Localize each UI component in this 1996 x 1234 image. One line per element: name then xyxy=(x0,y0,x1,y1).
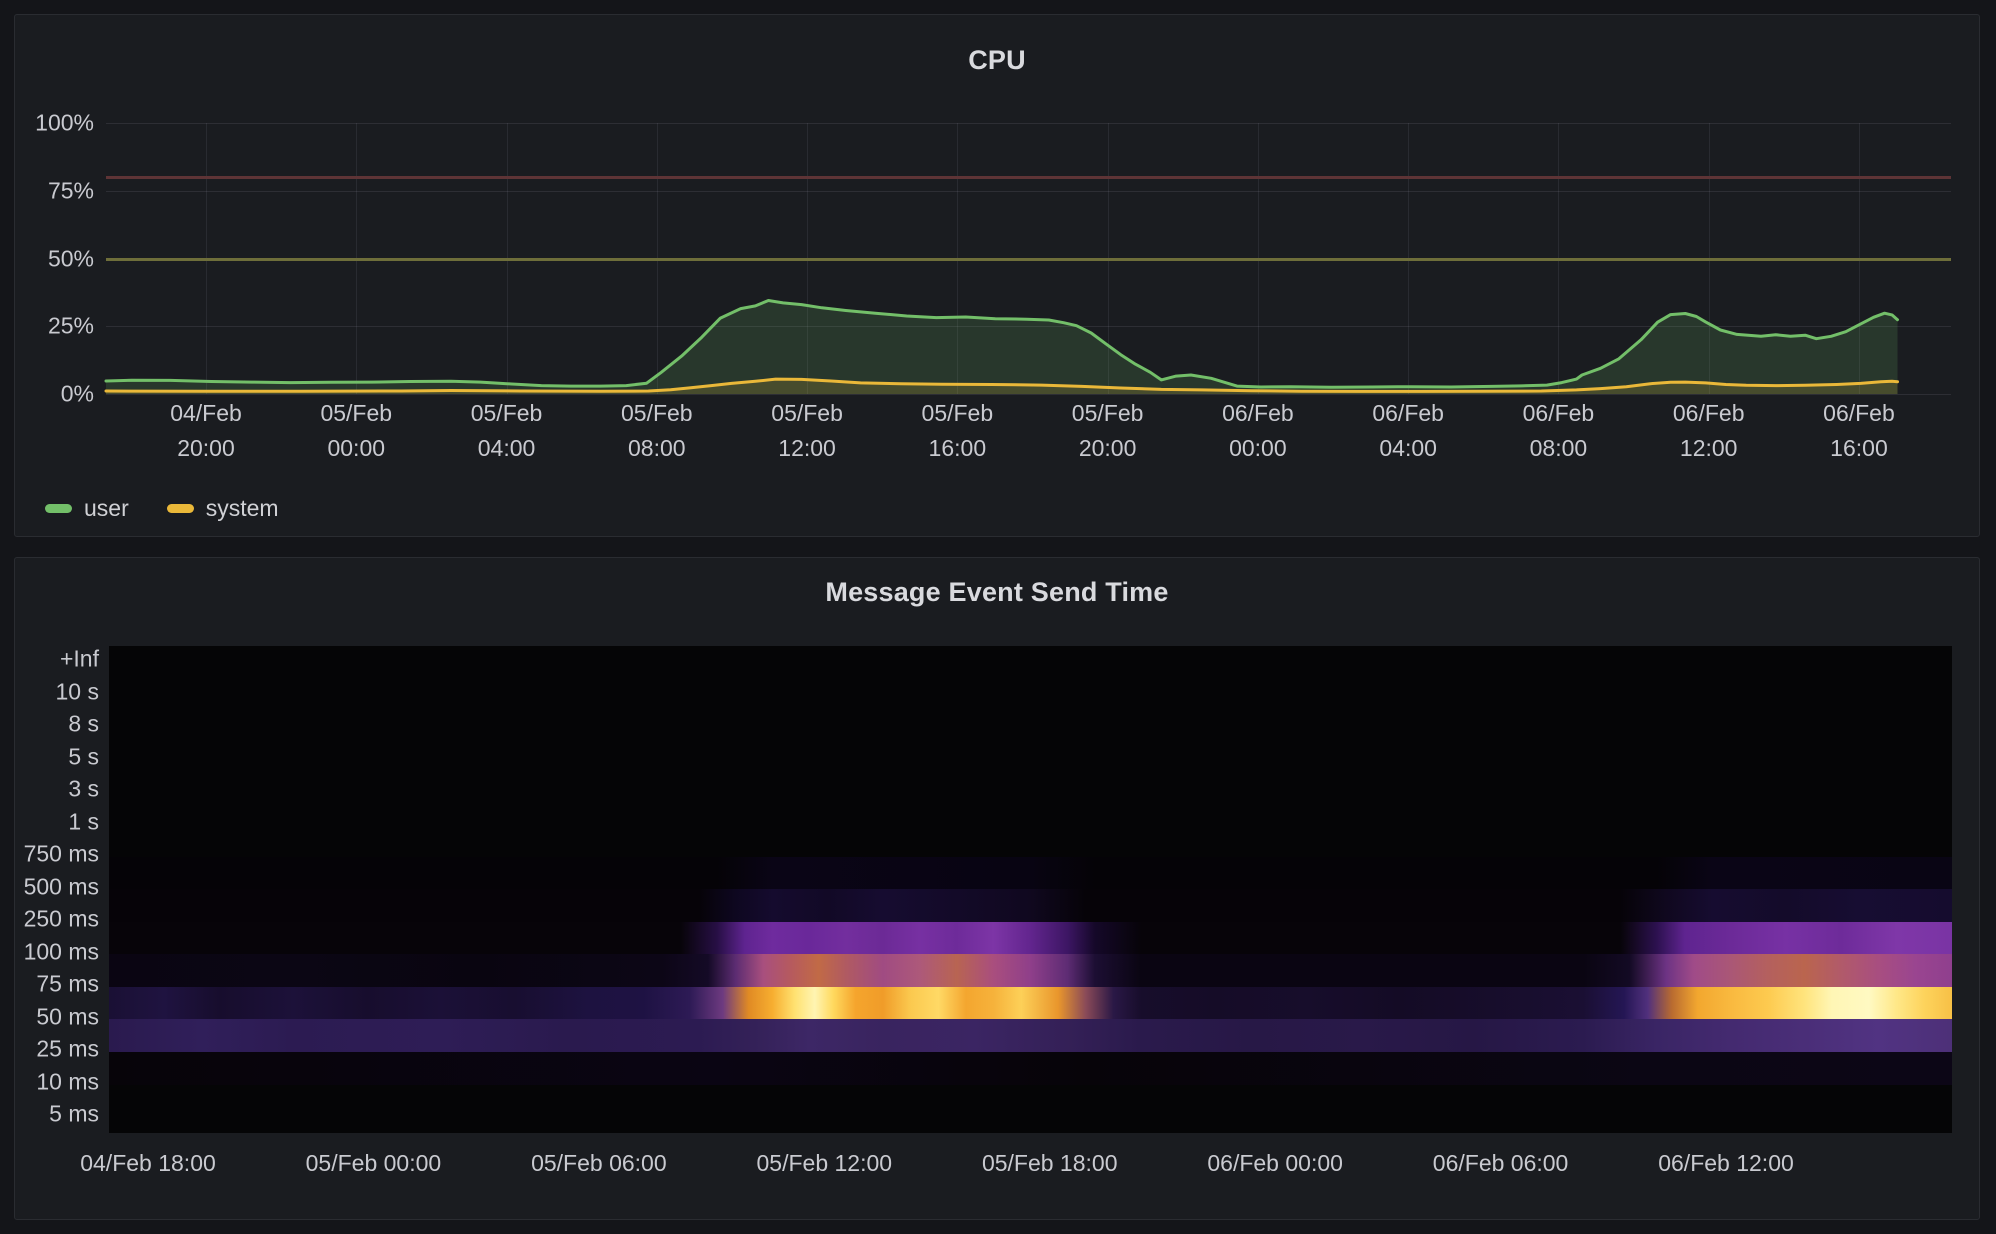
cpu-plot-area[interactable] xyxy=(106,123,1951,394)
cpu-x-tick-date: 06/Feb xyxy=(1523,396,1595,431)
cpu-x-tick-time: 16:00 xyxy=(922,431,994,466)
cpu-x-tick-label: 06/Feb04:00 xyxy=(1372,396,1444,466)
heatmap-x-tick-label: 06/Feb 06:00 xyxy=(1433,1148,1569,1178)
cpu-x-tick-time: 04:00 xyxy=(1372,431,1444,466)
cpu-x-tick-time: 20:00 xyxy=(1072,431,1144,466)
cpu-x-tick-date: 05/Feb xyxy=(771,396,843,431)
cpu-x-tick-label: 05/Feb00:00 xyxy=(320,396,392,466)
cpu-x-tick-label: 06/Feb08:00 xyxy=(1523,396,1595,466)
cpu-panel: CPU 100%75%50%25%0% 04/Feb20:0005/Feb00:… xyxy=(14,14,1980,537)
heatmap-band-75-ms-50-ms xyxy=(109,987,1952,1020)
heatmap-y-bucket-label: 1 s xyxy=(68,808,99,835)
cpu-x-tick-label: 05/Feb04:00 xyxy=(471,396,543,466)
cpu-legend-label: user xyxy=(84,493,129,523)
heatmap-y-bucket-label: 5 s xyxy=(68,743,99,770)
heatmap-y-bucket-label: 75 ms xyxy=(36,971,99,998)
heatmap-x-tick-label: 05/Feb 12:00 xyxy=(757,1148,893,1178)
heatmap-y-bucket-label: 25 ms xyxy=(36,1036,99,1063)
heatmap-x-tick-label: 06/Feb 12:00 xyxy=(1658,1148,1794,1178)
heatmap-y-bucket-label: 8 s xyxy=(68,711,99,738)
heatmap-x-tick-label: 05/Feb 06:00 xyxy=(531,1148,667,1178)
cpu-x-tick-date: 06/Feb xyxy=(1673,396,1745,431)
heatmap-panel-title[interactable]: Message Event Send Time xyxy=(15,576,1979,608)
cpu-x-tick-date: 05/Feb xyxy=(621,396,693,431)
cpu-x-tick-label: 06/Feb12:00 xyxy=(1673,396,1745,466)
heatmap-y-bucket-label: 750 ms xyxy=(24,841,99,868)
cpu-x-tick-time: 12:00 xyxy=(1673,431,1745,466)
cpu-legend-swatch-system xyxy=(167,504,194,513)
cpu-x-tick-date: 05/Feb xyxy=(1072,396,1144,431)
heatmap-x-tick-label: 06/Feb 00:00 xyxy=(1207,1148,1343,1178)
cpu-legend-swatch-user xyxy=(45,504,72,513)
cpu-x-tick-date: 04/Feb xyxy=(170,396,242,431)
heatmap-band-25-ms-10-ms xyxy=(109,1052,1952,1085)
cpu-x-tick-date: 05/Feb xyxy=(922,396,994,431)
heatmap-band-50-ms-25-ms xyxy=(109,1019,1952,1052)
cpu-x-tick-label: 05/Feb08:00 xyxy=(621,396,693,466)
cpu-x-tick-date: 05/Feb xyxy=(471,396,543,431)
cpu-y-tick-label: 25% xyxy=(48,313,94,340)
cpu-x-tick-date: 06/Feb xyxy=(1222,396,1294,431)
heatmap-y-bucket-label: +Inf xyxy=(60,646,99,673)
cpu-x-tick-time: 04:00 xyxy=(471,431,543,466)
cpu-gridline-horizontal xyxy=(106,394,1951,395)
heatmap-y-bucket-label: 3 s xyxy=(68,776,99,803)
cpu-y-tick-label: 50% xyxy=(48,245,94,272)
cpu-panel-title[interactable]: CPU xyxy=(15,45,1979,75)
cpu-x-tick-date: 05/Feb xyxy=(320,396,392,431)
cpu-y-tick-label: 100% xyxy=(35,110,94,137)
heatmap-x-tick-label: 05/Feb 18:00 xyxy=(982,1148,1118,1178)
heatmap-y-bucket-label: 10 ms xyxy=(36,1068,99,1095)
heatmap-band-100-ms-75-ms xyxy=(109,954,1952,987)
heatmap-band-750-ms-500-ms xyxy=(109,857,1952,890)
cpu-x-tick-time: 16:00 xyxy=(1823,431,1895,466)
cpu-series-canvas xyxy=(106,123,1951,394)
cpu-x-tick-time: 20:00 xyxy=(170,431,242,466)
cpu-x-tick-time: 00:00 xyxy=(1222,431,1294,466)
cpu-legend-label: system xyxy=(206,493,279,523)
cpu-x-tick-label: 05/Feb12:00 xyxy=(771,396,843,466)
cpu-x-tick-label: 06/Feb00:00 xyxy=(1222,396,1294,466)
heatmap-y-bucket-label: 5 ms xyxy=(49,1101,99,1128)
heatmap-y-bucket-label: 250 ms xyxy=(24,906,99,933)
heatmap-band-250-ms-100-ms xyxy=(109,922,1952,955)
cpu-x-tick-time: 12:00 xyxy=(771,431,843,466)
cpu-legend: user system xyxy=(45,493,317,523)
heatmap-plot-area[interactable] xyxy=(109,646,1952,1133)
cpu-y-tick-label: 75% xyxy=(48,177,94,204)
cpu-y-tick-label: 0% xyxy=(61,381,94,408)
cpu-area-user xyxy=(106,301,1898,395)
heatmap-y-bucket-label: 500 ms xyxy=(24,873,99,900)
heatmap-panel: Message Event Send Time +Inf 10 s 8 s 5 s 3 … xyxy=(14,557,1980,1220)
heatmap-x-tick-label: 05/Feb 00:00 xyxy=(306,1148,442,1178)
cpu-x-tick-label: 05/Feb20:00 xyxy=(1072,396,1144,466)
cpu-legend-item-user[interactable]: user xyxy=(45,493,129,523)
heatmap-y-bucket-label: 50 ms xyxy=(36,1003,99,1030)
cpu-x-tick-label: 04/Feb20:00 xyxy=(170,396,242,466)
cpu-x-tick-date: 06/Feb xyxy=(1372,396,1444,431)
cpu-legend-item-system[interactable]: system xyxy=(167,493,279,523)
cpu-x-tick-time: 08:00 xyxy=(621,431,693,466)
grafana-dashboard: { "panels": { "cpu": { "title": "CPU", "… xyxy=(0,0,1996,1234)
cpu-x-tick-time: 00:00 xyxy=(320,431,392,466)
cpu-x-tick-label: 06/Feb16:00 xyxy=(1823,396,1895,466)
heatmap-y-bucket-label: 100 ms xyxy=(24,938,99,965)
cpu-x-tick-label: 05/Feb16:00 xyxy=(922,396,994,466)
heatmap-band-500-ms-250-ms xyxy=(109,889,1952,922)
heatmap-y-bucket-label: 10 s xyxy=(56,678,99,705)
heatmap-x-tick-label: 04/Feb 18:00 xyxy=(80,1148,216,1178)
cpu-x-tick-time: 08:00 xyxy=(1523,431,1595,466)
cpu-x-tick-date: 06/Feb xyxy=(1823,396,1895,431)
